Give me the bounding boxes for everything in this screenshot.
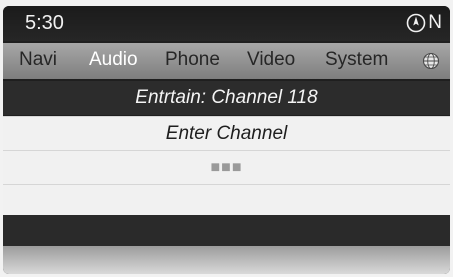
main-menu-bar: Navi Audio Phone Video System [3, 43, 450, 79]
menu-item-video[interactable]: Video [247, 49, 295, 71]
compass-heading: N [428, 12, 442, 33]
infotainment-screen: 5:30 N Navi Audio Phone Video System Ent… [3, 6, 450, 274]
menu-item-audio[interactable]: Audio [89, 49, 138, 71]
entry-title: Enter Channel [3, 116, 450, 150]
status-bar: 5:30 N [3, 6, 450, 41]
menu-item-navi[interactable]: Navi [19, 49, 57, 71]
globe-icon[interactable] [422, 52, 440, 70]
source-header: Entrtain: Channel 118 [3, 81, 450, 115]
menu-item-system[interactable]: System [325, 49, 388, 71]
bottom-band [3, 215, 450, 246]
compass-indicator: N [406, 11, 442, 35]
clock: 5:30 [25, 12, 64, 34]
menu-item-phone[interactable]: Phone [165, 49, 220, 71]
channel-input[interactable]: ■■■ [3, 150, 450, 184]
compass-icon [406, 13, 426, 33]
empty-row [3, 184, 450, 215]
bottom-strip [3, 246, 450, 274]
